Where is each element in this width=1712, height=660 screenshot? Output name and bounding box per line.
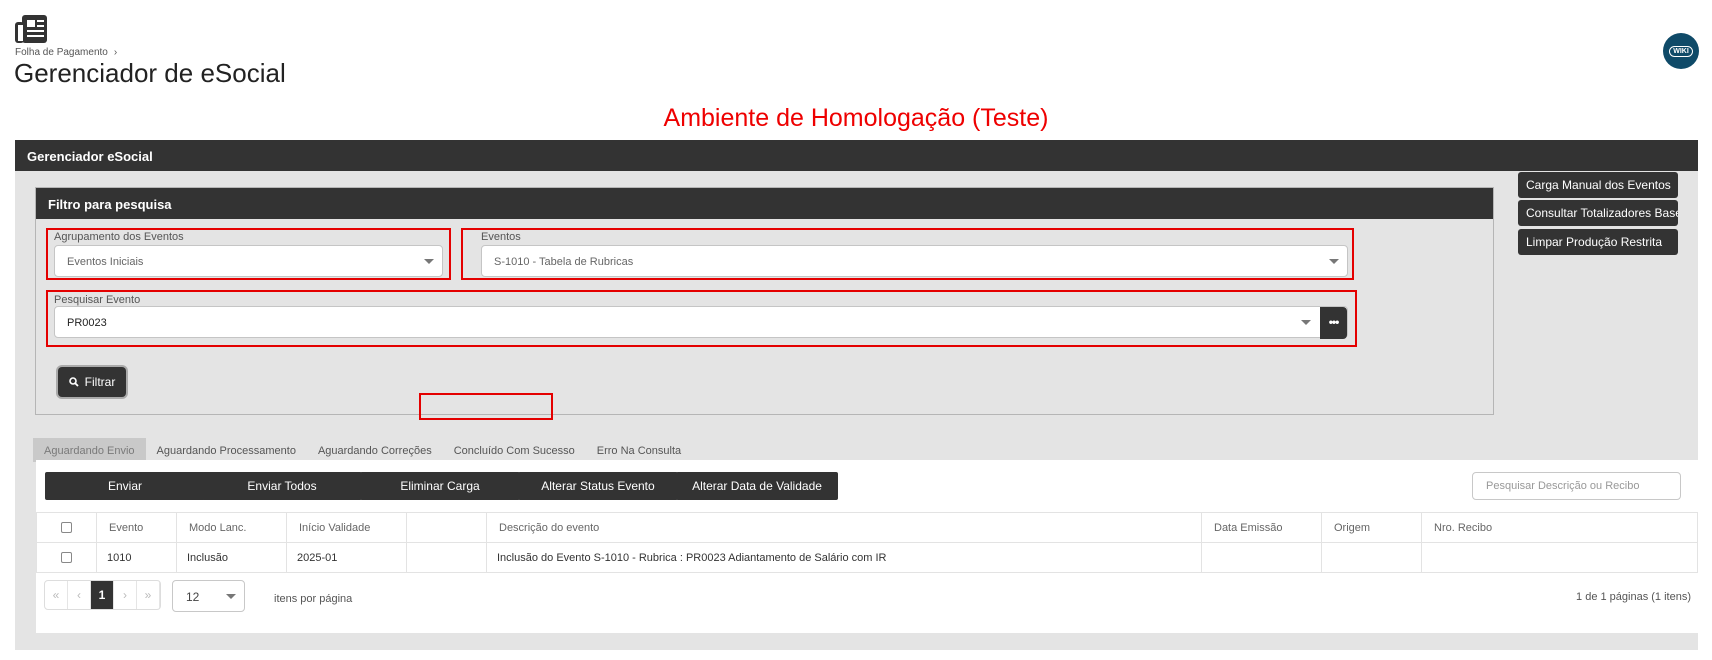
send-all-button[interactable]: Enviar Todos — [202, 472, 362, 500]
grouping-label: Agrupamento dos Eventos — [54, 231, 184, 243]
column-descricao[interactable]: Descrição do evento — [486, 512, 1202, 543]
first-page-button[interactable]: « — [45, 581, 68, 609]
grouping-select[interactable]: Eventos Iniciais — [54, 245, 443, 277]
breadcrumb[interactable]: Folha de Pagamento › — [15, 47, 117, 58]
column-origem[interactable]: Origem — [1321, 512, 1422, 543]
caret-down-icon — [424, 259, 434, 264]
manual-load-button[interactable]: Carga Manual dos Eventos — [1518, 172, 1678, 198]
delete-load-button[interactable]: Eliminar Carga — [360, 472, 520, 500]
esocial-manager-panel: Gerenciador eSocial Filtro para pesquisa… — [15, 140, 1698, 650]
column-blank — [406, 512, 487, 543]
highlight-box — [419, 393, 553, 420]
table-row[interactable]: 1010 Inclusão 2025-01 Inclusão do Evento… — [36, 542, 1698, 573]
row-checkbox[interactable] — [61, 552, 72, 564]
page-size-select[interactable]: 12 — [172, 580, 245, 612]
panel-header: Gerenciador eSocial — [15, 140, 1698, 171]
cell-descricao: Inclusão do Evento S-1010 - Rubrica : PR… — [486, 542, 1202, 573]
filter-header: Filtro para pesquisa — [36, 188, 1493, 219]
filter-panel: Filtro para pesquisa Agrupamento dos Eve… — [35, 187, 1494, 415]
search-description-input[interactable]: Pesquisar Descrição ou Recibo — [1472, 472, 1681, 500]
last-page-button[interactable]: » — [137, 581, 160, 609]
tab-aguardando-processamento[interactable]: Aguardando Processamento — [146, 438, 307, 462]
search-event-value: PR0023 — [67, 317, 107, 329]
send-button[interactable]: Enviar — [45, 472, 205, 500]
breadcrumb-item[interactable]: Folha de Pagamento — [15, 47, 108, 58]
search-event-select[interactable]: PR0023 ••• — [54, 306, 1348, 339]
select-all-checkbox[interactable] — [61, 522, 72, 534]
change-status-button[interactable]: Alterar Status Evento — [518, 472, 678, 500]
next-page-button[interactable]: › — [114, 581, 137, 609]
tab-aguardando-envio[interactable]: Aguardando Envio — [33, 438, 146, 462]
tab-aguardando-correcoes[interactable]: Aguardando Correções — [307, 438, 443, 462]
page-size-value: 12 — [186, 590, 200, 604]
events-value: S-1010 - Tabela de Rubricas — [494, 256, 634, 268]
search-icon — [68, 377, 79, 387]
search-event-label: Pesquisar Evento — [54, 294, 141, 306]
more-options-button[interactable]: ••• — [1320, 307, 1347, 339]
wiki-button[interactable]: WIKI — [1663, 33, 1699, 69]
events-content: Enviar Enviar Todos Eliminar Carga Alter… — [36, 460, 1698, 633]
page-info: 1 de 1 páginas (1 itens) — [1576, 591, 1691, 603]
caret-down-icon — [1301, 320, 1311, 325]
cell-data-emissao — [1201, 542, 1322, 573]
pagination: « ‹ 1 › » — [44, 580, 161, 610]
cell-inicio-validade: 2025-01 — [286, 542, 407, 573]
cell-blank — [406, 542, 487, 573]
table-header-row: Evento Modo Lanc. Início Validade Descri… — [36, 512, 1698, 543]
filter-button[interactable]: Filtrar — [58, 367, 126, 397]
events-select[interactable]: S-1010 - Tabela de Rubricas — [481, 245, 1348, 277]
page-title: Gerenciador de eSocial — [14, 58, 286, 88]
caret-down-icon — [226, 594, 236, 599]
column-inicio-validade[interactable]: Início Validade — [286, 512, 407, 543]
caret-down-icon — [1329, 259, 1339, 264]
column-data-emissao[interactable]: Data Emissão — [1201, 512, 1322, 543]
change-validity-date-button[interactable]: Alterar Data de Validade — [676, 472, 838, 500]
query-totalizers-button[interactable]: Consultar Totalizadores Base — [1518, 200, 1678, 226]
cell-origem — [1321, 542, 1422, 573]
cell-modo-lanc: Inclusão — [176, 542, 287, 573]
status-tabs: Aguardando Envio Aguardando Processament… — [33, 438, 692, 462]
environment-title: Ambiente de Homologação (Teste) — [663, 104, 1049, 132]
cell-evento: 1010 — [96, 542, 177, 573]
wiki-label: WIKI — [1669, 45, 1693, 57]
column-modo-lanc[interactable]: Modo Lanc. — [176, 512, 287, 543]
chevron-right-icon: › — [113, 47, 118, 58]
cell-nro-recibo — [1421, 542, 1698, 573]
tab-concluido-com-sucesso[interactable]: Concluído Com Sucesso — [443, 438, 586, 462]
column-nro-recibo[interactable]: Nro. Recibo — [1421, 512, 1698, 543]
grouping-value: Eventos Iniciais — [67, 256, 144, 268]
events-table: Evento Modo Lanc. Início Validade Descri… — [36, 512, 1698, 573]
column-evento[interactable]: Evento — [96, 512, 177, 543]
current-page-button[interactable]: 1 — [91, 581, 114, 609]
prev-page-button[interactable]: ‹ — [68, 581, 91, 609]
filter-button-label: Filtrar — [84, 375, 116, 389]
tab-erro-na-consulta[interactable]: Erro Na Consulta — [586, 438, 692, 462]
events-label: Eventos — [481, 231, 521, 243]
newspaper-icon — [14, 14, 48, 44]
per-page-label: itens por página — [274, 593, 353, 605]
clear-restricted-production-button[interactable]: Limpar Produção Restrita — [1518, 229, 1678, 255]
